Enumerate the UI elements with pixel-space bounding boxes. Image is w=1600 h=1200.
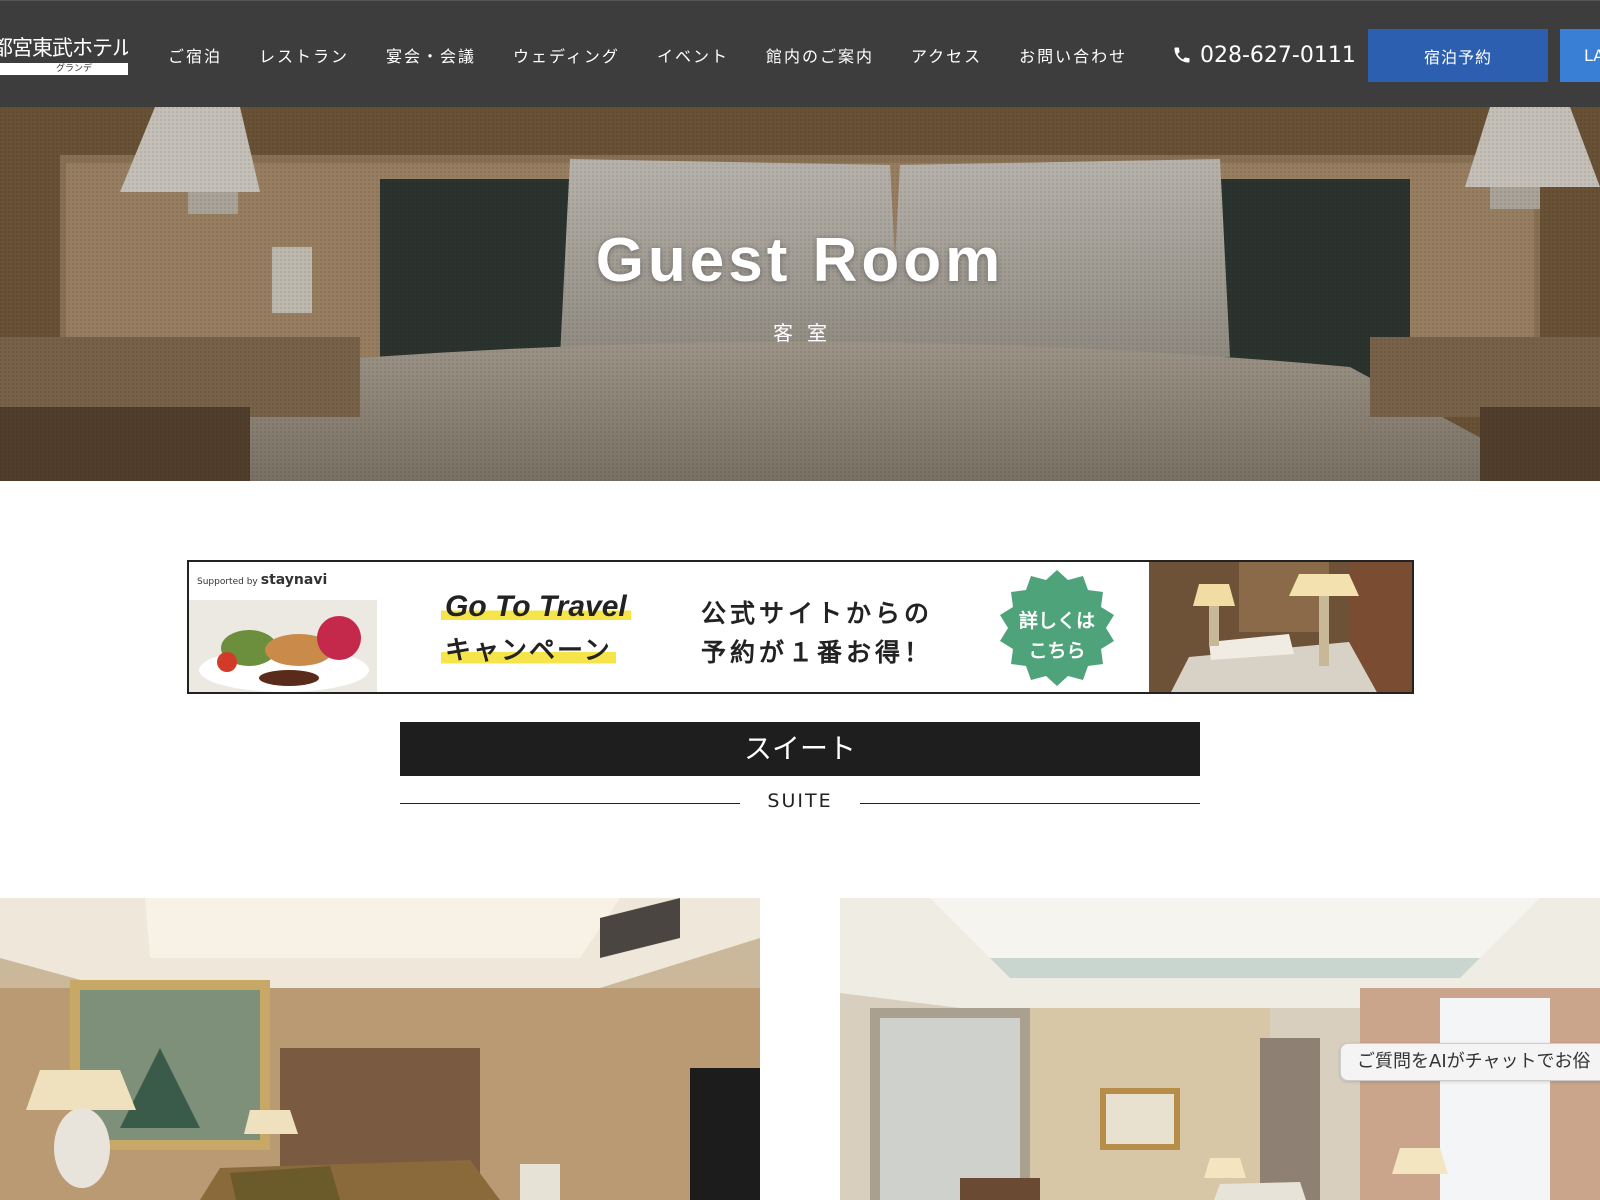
staynavi-brand: staynavi — [260, 572, 328, 588]
logo-sub-text: グランデ — [0, 63, 128, 75]
supported-by-text: Supported by — [197, 577, 258, 587]
nav-item-stay[interactable]: ご宿泊 — [168, 43, 222, 67]
hero-title: Guest Room — [595, 226, 1005, 295]
nav-item-banquet[interactable]: 宴会・会議 — [386, 43, 476, 67]
goto-line1: Go To Travel — [441, 590, 631, 624]
nav-item-wedding[interactable]: ウェディング — [513, 43, 620, 67]
food-dish-image — [189, 600, 377, 692]
logo-main-text: 都宮東武ホテル — [0, 36, 128, 60]
goto-travel-banner[interactable]: Supported by staynavi Go To Travel キャンペーン… — [187, 560, 1414, 694]
room-thumbnail-image — [1149, 562, 1412, 692]
section-divider-left — [400, 803, 740, 804]
section-title-bar: スイート — [400, 722, 1200, 776]
goto-travel-title: Go To Travel キャンペーン — [441, 590, 671, 667]
reserve-button[interactable]: 宿泊予約 — [1368, 29, 1548, 82]
badge-text: 詳しくは こちら — [995, 606, 1119, 666]
section-subtitle: SUITE — [767, 790, 833, 812]
section-subtitle-row: SUITE — [400, 790, 1200, 816]
suite-room-image-1 — [0, 898, 760, 1200]
goto-line2: キャンペーン — [441, 630, 616, 667]
badge-line1: 詳しくは — [1018, 610, 1095, 632]
nav-item-access[interactable]: アクセス — [911, 43, 982, 67]
phone-link[interactable]: 028-627-0111 — [1172, 41, 1356, 69]
banner-copy-line1: 公式サイトからの — [701, 599, 934, 628]
nav-item-contact[interactable]: お問い合わせ — [1019, 43, 1127, 67]
suite-room-photo-1[interactable] — [0, 898, 760, 1200]
nav-item-guide[interactable]: 館内のご案内 — [766, 43, 874, 67]
banner-copy-line2: 予約が１番お得！ — [701, 638, 934, 667]
hero-subtitle: 客室 — [773, 321, 841, 345]
section-divider-right — [860, 803, 1200, 804]
language-button[interactable]: LA — [1560, 29, 1600, 82]
ai-chat-button[interactable]: ご質問をAIがチャットでお俗 — [1340, 1043, 1600, 1081]
banner-copy: 公式サイトからの 予約が１番お得！ — [701, 594, 961, 672]
hotel-logo[interactable]: 都宮東武ホテル グランデ — [0, 35, 128, 77]
nav-item-event[interactable]: イベント — [657, 43, 729, 67]
phone-icon — [1174, 47, 1190, 63]
hero-banner: Guest Room 客室 — [0, 107, 1600, 481]
main-nav: ご宿泊 レストラン 宴会・会議 ウェディング イベント 館内のご案内 アクセス … — [168, 1, 1164, 108]
details-badge[interactable]: 詳しくは こちら — [995, 568, 1119, 692]
badge-line2: こちら — [1028, 640, 1086, 662]
nav-item-restaurant[interactable]: レストラン — [259, 43, 349, 67]
phone-number: 028-627-0111 — [1200, 42, 1356, 68]
banner-supported-by: Supported by staynavi — [197, 572, 327, 588]
site-header: 都宮東武ホテル グランデ ご宿泊 レストラン 宴会・会議 ウェディング イベント… — [0, 0, 1600, 107]
